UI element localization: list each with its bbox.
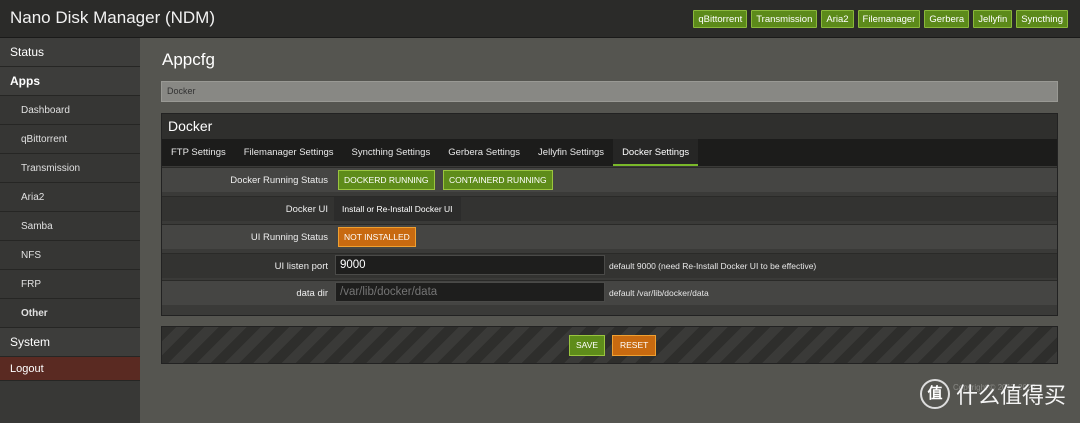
row-docker-ui: Docker UI Install or Re-Install Docker U… xyxy=(162,196,1057,221)
tab-ftp-settings[interactable]: FTP Settings xyxy=(162,139,235,166)
containerd-status-badge: CONTAINERD RUNNING xyxy=(442,170,553,190)
logout-button[interactable]: Logout xyxy=(0,357,140,381)
top-bar: Nano Disk Manager (NDM) qBittorrent Tran… xyxy=(0,0,1080,38)
watermark-logo-icon: 值 xyxy=(919,379,950,409)
ui-listen-port-input[interactable] xyxy=(335,255,605,275)
page-title: Appcfg xyxy=(162,50,215,69)
action-bar: SAVE RESET xyxy=(161,326,1058,364)
sidebar-item-nfs[interactable]: NFS xyxy=(0,241,140,270)
data-dir-label: data dir xyxy=(296,288,328,299)
sidebar-item-status[interactable]: Status xyxy=(0,38,140,67)
quick-link-gerbera[interactable]: Gerbera xyxy=(924,10,970,28)
quick-link-aria2[interactable]: Aria2 xyxy=(821,10,854,28)
tab-docker-settings[interactable]: Docker Settings xyxy=(613,139,699,166)
panel-title: Docker xyxy=(162,114,1057,139)
ui-listen-port-hint: default 9000 (need Re-Install Docker UI … xyxy=(609,261,817,271)
row-ui-listen-port: UI listen port default 9000 (need Re-Ins… xyxy=(162,253,1057,278)
ui-running-status-label: UI Running Status xyxy=(250,232,328,243)
row-ui-running-status: UI Running Status NOT INSTALLED xyxy=(162,224,1057,249)
sidebar-item-other[interactable]: Other xyxy=(0,299,140,328)
sidebar: Status Apps Dashboard qBittorrent Transm… xyxy=(0,38,140,423)
reset-button[interactable]: RESET xyxy=(612,335,657,356)
tab-gerbera-settings[interactable]: Gerbera Settings xyxy=(439,139,529,166)
watermark: 值 什么值得买 xyxy=(919,378,1066,410)
install-docker-ui-button[interactable]: Install or Re-Install Docker UI xyxy=(334,197,461,221)
quick-link-qbittorrent[interactable]: qBittorrent xyxy=(693,10,748,28)
tab-filemanager-settings[interactable]: Filemanager Settings xyxy=(235,139,343,166)
tab-jellyfin-settings[interactable]: Jellyfin Settings xyxy=(529,139,613,166)
row-docker-running-status: Docker Running Status DOCKERD RUNNING CO… xyxy=(162,167,1057,192)
sidebar-item-dashboard[interactable]: Dashboard xyxy=(0,96,140,125)
sidebar-item-qbittorrent[interactable]: qBittorrent xyxy=(0,125,140,154)
sidebar-item-system[interactable]: System xyxy=(0,328,140,357)
quick-link-filemanager[interactable]: Filemanager xyxy=(857,10,921,28)
save-button[interactable]: SAVE xyxy=(569,335,606,356)
data-dir-hint: default /var/lib/docker/data xyxy=(609,288,709,298)
tab-bar: FTP Settings Filemanager Settings Syncth… xyxy=(162,139,1057,166)
quick-link-jellyfin[interactable]: Jellyfin xyxy=(973,10,1013,28)
quick-links: qBittorrent Transmission Aria2 Filemanag… xyxy=(693,10,1068,28)
breadcrumb-item[interactable]: Docker xyxy=(167,86,196,96)
data-dir-input[interactable] xyxy=(335,282,605,302)
quick-link-transmission[interactable]: Transmission xyxy=(751,10,818,28)
dockerd-status-badge: DOCKERD RUNNING xyxy=(338,170,435,190)
sidebar-item-frp[interactable]: FRP xyxy=(0,270,140,299)
settings-panel: Docker FTP Settings Filemanager Settings… xyxy=(161,113,1058,316)
docker-running-status-value: DOCKERD RUNNING CONTAINERD RUNNING xyxy=(334,168,553,192)
sidebar-item-aria2[interactable]: Aria2 xyxy=(0,183,140,212)
app-title: Nano Disk Manager (NDM) xyxy=(10,8,215,27)
ui-status-badge: NOT INSTALLED xyxy=(338,227,416,247)
docker-ui-label: Docker UI xyxy=(285,204,328,215)
sidebar-item-samba[interactable]: Samba xyxy=(0,212,140,241)
sidebar-item-transmission[interactable]: Transmission xyxy=(0,154,140,183)
sidebar-item-apps[interactable]: Apps xyxy=(0,67,140,96)
tab-syncthing-settings[interactable]: Syncthing Settings xyxy=(343,139,440,166)
row-data-dir: data dir default /var/lib/docker/data xyxy=(162,280,1057,305)
watermark-text: 什么值得买 xyxy=(955,383,1066,408)
ui-listen-port-label: UI listen port xyxy=(274,261,328,272)
docker-running-status-label: Docker Running Status xyxy=(230,175,328,186)
breadcrumb: Docker xyxy=(161,81,1058,102)
quick-link-syncthing[interactable]: Syncthing xyxy=(1016,10,1068,28)
